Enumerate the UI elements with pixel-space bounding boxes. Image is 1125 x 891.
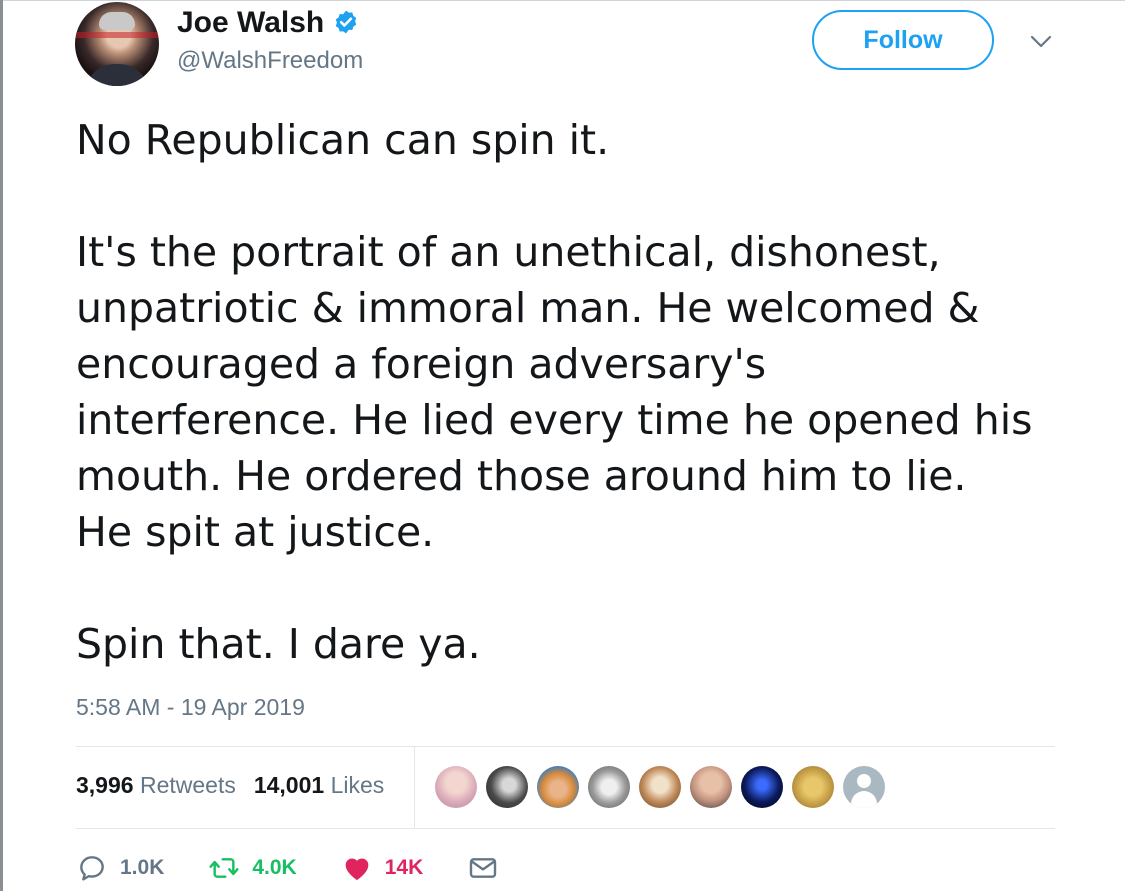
liker-avatar-default[interactable] [843,766,885,808]
tweet-actions: 1.0K 4.0K 14K [76,852,543,884]
author-name[interactable]: Joe Walsh [177,6,324,40]
heart-icon [345,858,369,880]
divider [76,746,1055,747]
liker-avatar[interactable] [486,766,528,808]
tweet-stats: 3,996 Retweets 14,001 Likes [76,772,384,799]
liker-avatar[interactable] [537,766,579,808]
retweet-count: 4.0K [252,856,297,879]
window-top-border [0,0,1125,1]
reply-count: 1.0K [120,856,165,879]
follow-button[interactable]: Follow [812,10,994,70]
reply-button[interactable]: 1.0K [76,852,164,884]
window-left-border [0,0,3,891]
author-avatar[interactable] [75,2,159,86]
likes-stat[interactable]: 14,001 Likes [254,772,384,799]
liker-avatar[interactable] [690,766,732,808]
like-button[interactable]: 14K [341,852,424,884]
tweet-paragraph: No Republican can spin it. [76,116,610,164]
liker-avatar[interactable] [435,766,477,808]
tweet-paragraph: Spin that. I dare ya. [76,620,481,668]
envelope-icon [470,858,497,878]
reply-icon [80,856,104,881]
stats-separator [414,747,415,828]
tweet-text: No Republican can spin it. It's the port… [76,112,1076,672]
liker-avatar[interactable] [588,766,630,808]
liker-avatar[interactable] [639,766,681,808]
author-handle[interactable]: @WalshFreedom [177,47,363,75]
tweet-timestamp[interactable]: 5:58 AM - 19 Apr 2019 [76,694,305,721]
likers-avatars [435,766,885,808]
verified-badge-icon [335,10,357,34]
divider [76,828,1055,829]
liker-avatar[interactable] [792,766,834,808]
retweet-button[interactable]: 4.0K [208,852,297,884]
direct-message-button[interactable] [467,852,499,884]
retweet-icon [209,858,239,878]
retweets-stat[interactable]: 3,996 Retweets [76,772,236,799]
chevron-down-icon[interactable] [1030,34,1052,50]
like-count: 14K [384,856,424,879]
liker-avatar[interactable] [741,766,783,808]
tweet-paragraph: It's the portrait of an unethical, disho… [76,228,1033,556]
